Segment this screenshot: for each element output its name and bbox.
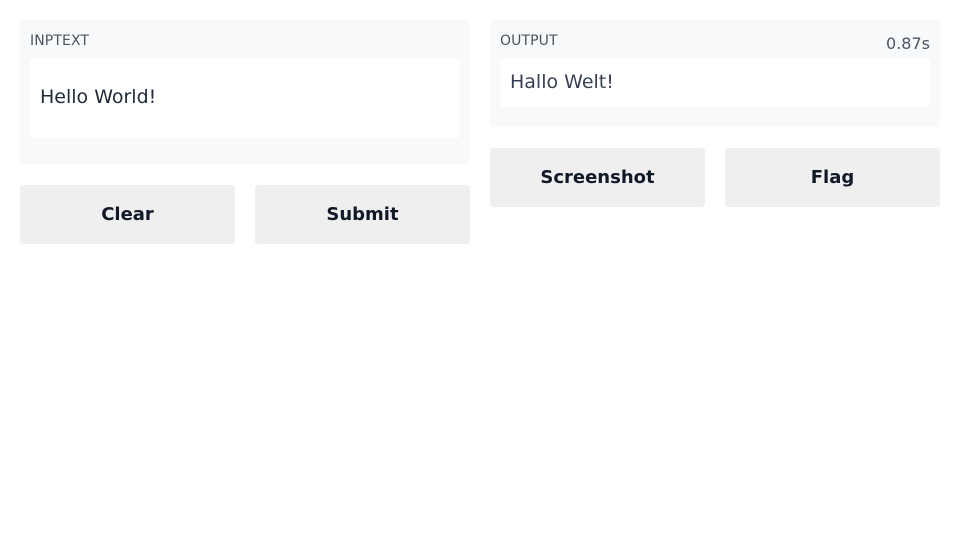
output-label: OUTPUT xyxy=(500,33,558,49)
input-label: INPTEXT xyxy=(30,33,90,49)
elapsed-time: 0.87s xyxy=(886,34,930,53)
clear-button[interactable]: Clear xyxy=(20,185,235,244)
submit-button[interactable]: Submit xyxy=(255,185,470,244)
screenshot-button[interactable]: Screenshot xyxy=(490,148,705,207)
input-textbox[interactable] xyxy=(30,58,460,138)
output-panel: OUTPUT 0.87s Hallo Welt! xyxy=(490,20,940,127)
flag-button[interactable]: Flag xyxy=(725,148,940,207)
input-panel: INPTEXT xyxy=(20,20,470,164)
output-textbox: Hallo Welt! xyxy=(500,58,930,107)
